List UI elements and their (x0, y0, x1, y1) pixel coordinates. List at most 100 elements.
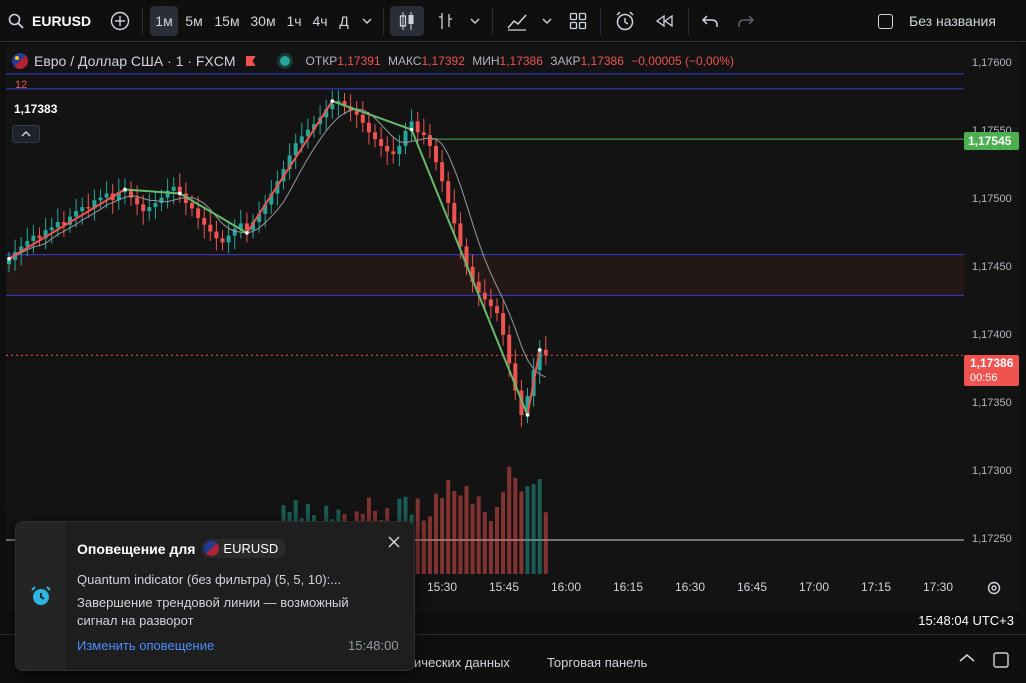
toast-close-button[interactable] (388, 536, 404, 552)
edit-alert-link[interactable]: Изменить оповещение (77, 638, 214, 653)
trend-segment-1 (124, 188, 180, 195)
price-tick-label: 1,17500 (972, 193, 1012, 206)
candle-body-72 (446, 181, 451, 203)
price-axis[interactable]: 1,176001,175501,175001,174501,174001,173… (964, 44, 1020, 574)
candle-body-13 (86, 207, 91, 209)
candle-body-64 (397, 145, 402, 155)
toast-title-text: Оповещение для (77, 540, 196, 557)
candle-body-78 (482, 292, 487, 300)
volume-bar-73 (452, 491, 457, 574)
alert-button[interactable] (608, 0, 642, 42)
pivot-point-2 (178, 191, 182, 196)
undo-button[interactable] (696, 0, 724, 42)
separator (492, 8, 493, 34)
clock[interactable]: 15:48:04 UTC+3 (918, 613, 1014, 628)
candle-body-67 (415, 121, 420, 133)
expand-panel-button[interactable] (958, 651, 982, 671)
ohlc-values: ОТКР1,17391 МАКС1,17392 МИН1,17386 ЗАКР1… (306, 54, 734, 68)
candle-body-36 (226, 235, 231, 243)
checkbox-square-icon (878, 13, 893, 29)
chevron-up-icon (959, 653, 975, 662)
timeframe-2[interactable]: 15м (210, 0, 244, 42)
timeframe-1[interactable]: 5м (180, 0, 208, 42)
timeframe-dropdown[interactable] (358, 0, 376, 42)
open-label: ОТКР (305, 54, 338, 68)
separator (142, 8, 143, 34)
indicators-button[interactable] (500, 0, 534, 42)
toast-icon-column (16, 522, 66, 670)
chevron-up-icon (21, 131, 31, 137)
chevron-down-icon (470, 18, 480, 24)
layout-name: Без названия (909, 13, 996, 29)
candle-body-70 (434, 145, 438, 163)
timeframe-4[interactable]: 1ч (282, 0, 306, 42)
time-tick-label: 16:00 (550, 580, 582, 594)
flag-eu-us-icon (204, 541, 220, 556)
collapse-legend-button[interactable] (12, 125, 40, 143)
volume-bar-85 (525, 486, 530, 574)
undo-icon (701, 15, 718, 27)
volume-bar-81 (501, 491, 506, 574)
layout-name-button[interactable]: Без названия (878, 0, 1024, 42)
candle-body-60 (373, 132, 377, 140)
time-tick-label: 16:30 (674, 580, 706, 594)
candle-body-31 (196, 208, 201, 218)
toast-title: Оповещение для EURUSD (77, 539, 287, 558)
chart-type-dropdown[interactable] (466, 0, 484, 42)
alert-notification[interactable]: Оповещение для EURUSD Quantum indicator … (15, 521, 415, 671)
chart-settings-button[interactable] (982, 578, 1006, 598)
symbol-label: EURUSD (32, 13, 92, 29)
indicators-dropdown[interactable] (538, 0, 556, 42)
timeframe-5[interactable]: 4ч (308, 0, 332, 42)
high-label: МАКС (387, 54, 422, 68)
countdown-value: 00:56 (970, 372, 998, 384)
tab-historical-data[interactable]: ических данных (414, 655, 510, 670)
candle-body-7 (49, 227, 54, 231)
time-tick-label: 15:30 (426, 580, 458, 594)
candle-body-15 (98, 197, 103, 201)
redo-icon (738, 15, 755, 27)
green-line-label: 1,17545 (964, 132, 1019, 150)
current-price-label: 1,17386 00:56 (964, 355, 1019, 386)
candle-body-82 (507, 334, 512, 364)
timeframe-3[interactable]: 30м (246, 0, 280, 42)
timeframe-0[interactable]: 1м (150, 6, 178, 36)
candle-body-4 (31, 235, 36, 242)
candle-body-23 (147, 207, 152, 212)
candle-body-58 (360, 114, 365, 123)
separator (600, 8, 601, 34)
compare-symbol-button[interactable] (106, 0, 134, 42)
symbol-search-button[interactable]: EURUSD (8, 0, 98, 42)
toast-time: 15:48:00 (348, 638, 399, 653)
volume-bar-67 (415, 498, 420, 574)
replay-button[interactable] (650, 0, 678, 42)
volume-bar-80 (495, 507, 499, 574)
maximize-panel-button[interactable] (992, 651, 1012, 671)
volume-bar-86 (531, 484, 536, 574)
redo-button[interactable] (732, 0, 760, 42)
legend-title[interactable]: Евро / Доллар США · 1 · FXCM (34, 53, 236, 69)
timeframe-6[interactable]: Д (334, 0, 354, 42)
volume-bar-74 (458, 495, 463, 574)
high-value: 1,17392 (421, 54, 465, 68)
toast-symbol: EURUSD (223, 541, 279, 556)
candles-chart-type-button[interactable] (390, 6, 424, 36)
change-value: −0,00005 (−0,00%) (631, 54, 734, 68)
bars-chart-type-button[interactable] (432, 0, 460, 42)
tab-trading-panel[interactable]: Торговая панель (547, 655, 647, 670)
price-tick-label: 1,17300 (972, 465, 1012, 478)
candle-body-5 (37, 235, 42, 239)
candle-body-88 (543, 349, 548, 356)
candle-body-25 (159, 197, 164, 203)
candle-body-73 (452, 203, 457, 224)
candle-body-12 (80, 207, 85, 212)
templates-button[interactable] (564, 0, 592, 42)
time-tick-label: 16:15 (612, 580, 644, 594)
volume-bar-84 (519, 491, 524, 574)
candle-body-3 (25, 241, 30, 247)
candle-body-71 (440, 162, 445, 182)
price-tick-label: 1,17450 (972, 261, 1012, 274)
pivot-point-4 (330, 99, 335, 103)
close-value: 1,17386 (580, 54, 624, 68)
top-toolbar: EURUSD 1м 5м 15м 30м 1ч 4ч Д Без названия (0, 0, 1026, 42)
